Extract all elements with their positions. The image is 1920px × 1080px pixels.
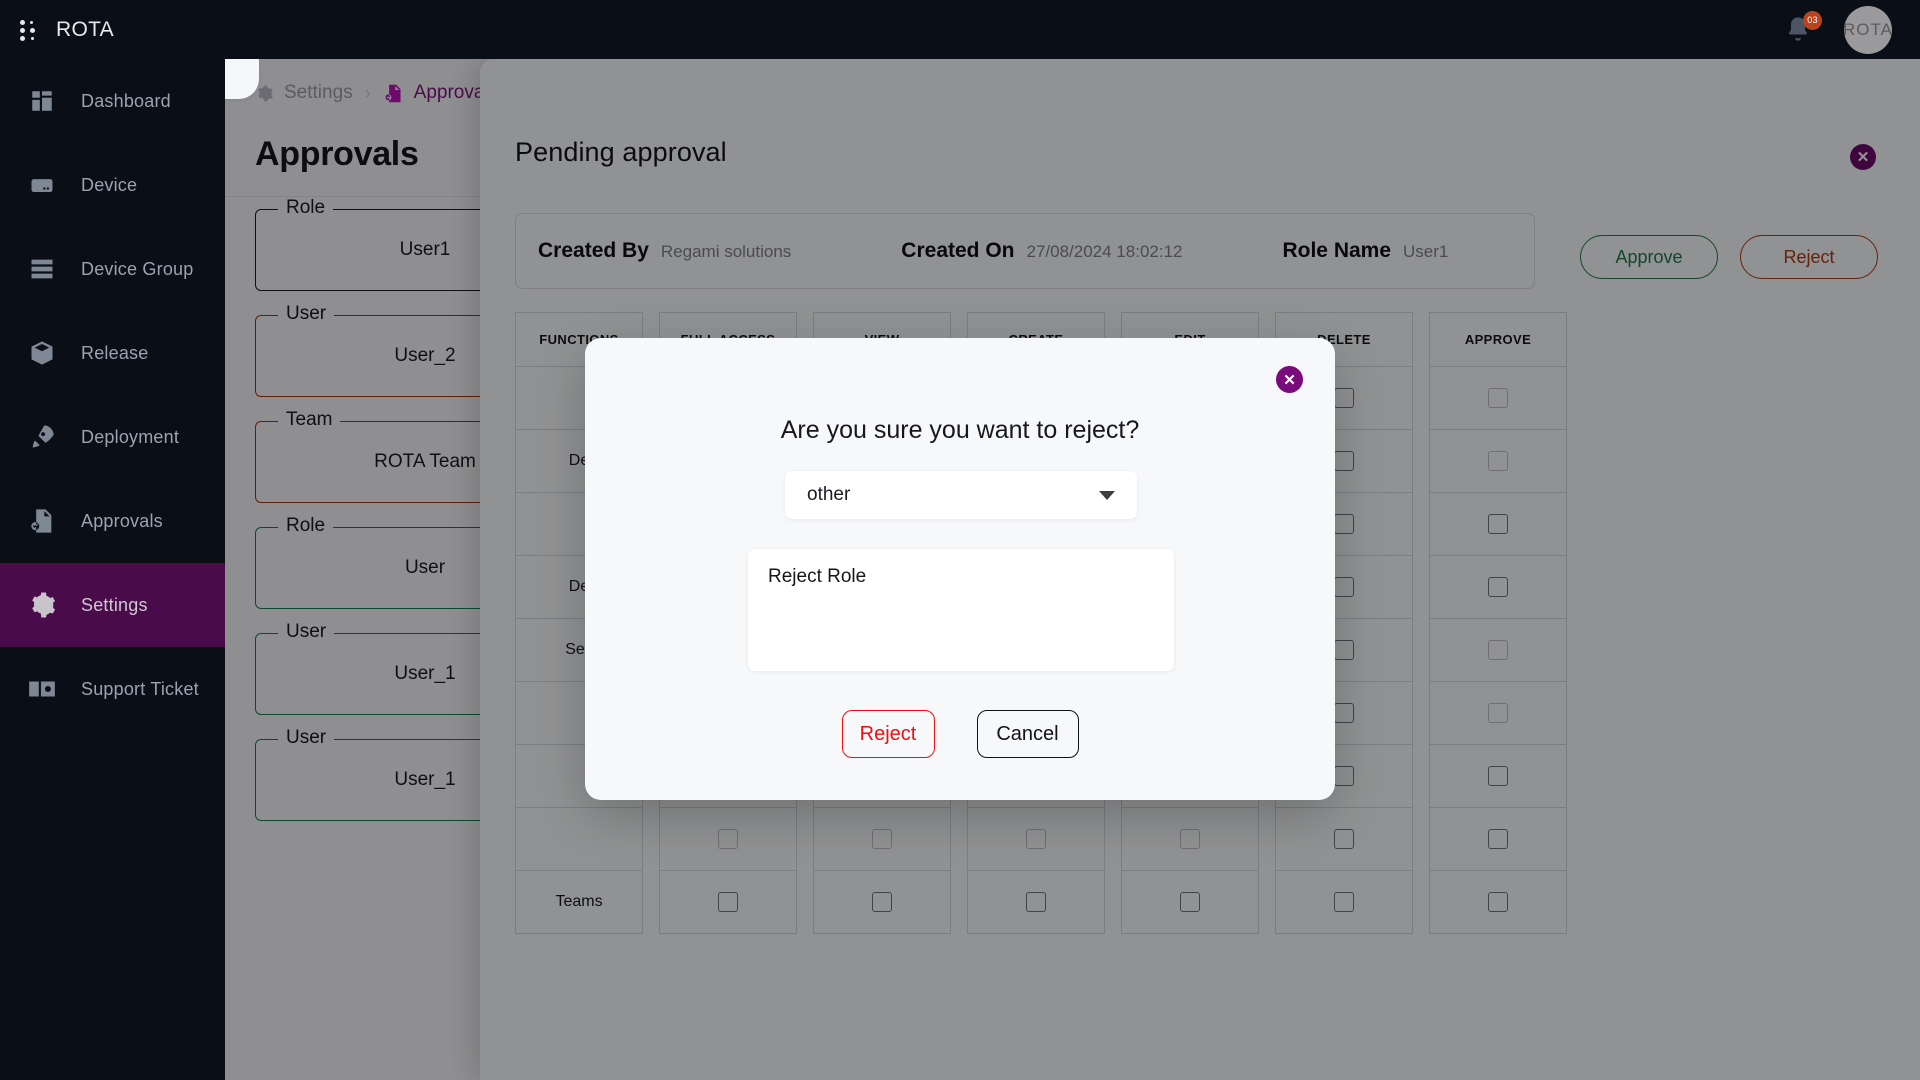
chevron-down-icon <box>1099 490 1115 500</box>
modal-reject-button[interactable]: Reject <box>841 710 935 758</box>
app-root: ROTA 03 ROTA Dashboard Device Device Gro… <box>0 0 1920 1080</box>
modal-cancel-button[interactable]: Cancel <box>976 710 1079 758</box>
select-value: other <box>807 484 851 505</box>
modal-question: Are you sure you want to reject? <box>780 416 1140 444</box>
modal-actions: Reject Cancel <box>585 710 1335 758</box>
close-icon: ✕ <box>1283 371 1296 389</box>
modal-close-button[interactable]: ✕ <box>1276 366 1303 393</box>
reject-reason-select[interactable]: other <box>785 471 1137 519</box>
reject-reason-textarea[interactable]: Reject Role <box>748 549 1174 671</box>
reject-confirm-modal: ✕ Are you sure you want to reject? other… <box>585 338 1335 800</box>
